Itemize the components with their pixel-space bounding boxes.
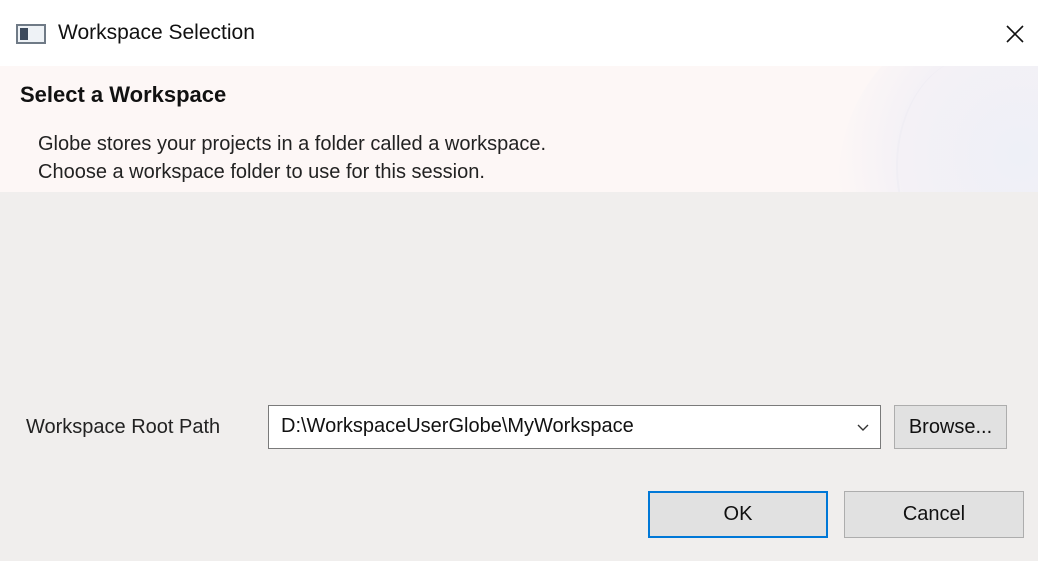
dialog-description: Globe stores your projects in a folder c…: [38, 130, 546, 186]
title-bar[interactable]: Workspace Selection: [0, 0, 1038, 66]
description-line-1: Globe stores your projects in a folder c…: [38, 133, 547, 155]
app-window-icon: [16, 24, 46, 44]
workspace-selection-dialog: Workspace Selection Select a Workspace G…: [0, 0, 1038, 561]
header-banner: Select a Workspace Globe stores your pro…: [0, 66, 1038, 192]
cancel-button[interactable]: Cancel: [844, 491, 1024, 538]
workspace-path-value[interactable]: D:\WorkspaceUserGlobe\MyWorkspace: [281, 415, 634, 438]
window-title: Workspace Selection: [58, 21, 255, 44]
workspace-path-combobox[interactable]: D:\WorkspaceUserGlobe\MyWorkspace: [268, 405, 881, 449]
dialog-heading: Select a Workspace: [20, 82, 227, 107]
ok-button[interactable]: OK: [648, 491, 828, 538]
browse-button[interactable]: Browse...: [894, 405, 1007, 449]
close-button[interactable]: [992, 14, 1038, 54]
close-icon: [1006, 25, 1024, 43]
chevron-down-icon[interactable]: [856, 421, 870, 435]
description-line-2: Choose a workspace folder to use for thi…: [38, 161, 485, 183]
workspace-path-label: Workspace Root Path: [26, 416, 221, 438]
